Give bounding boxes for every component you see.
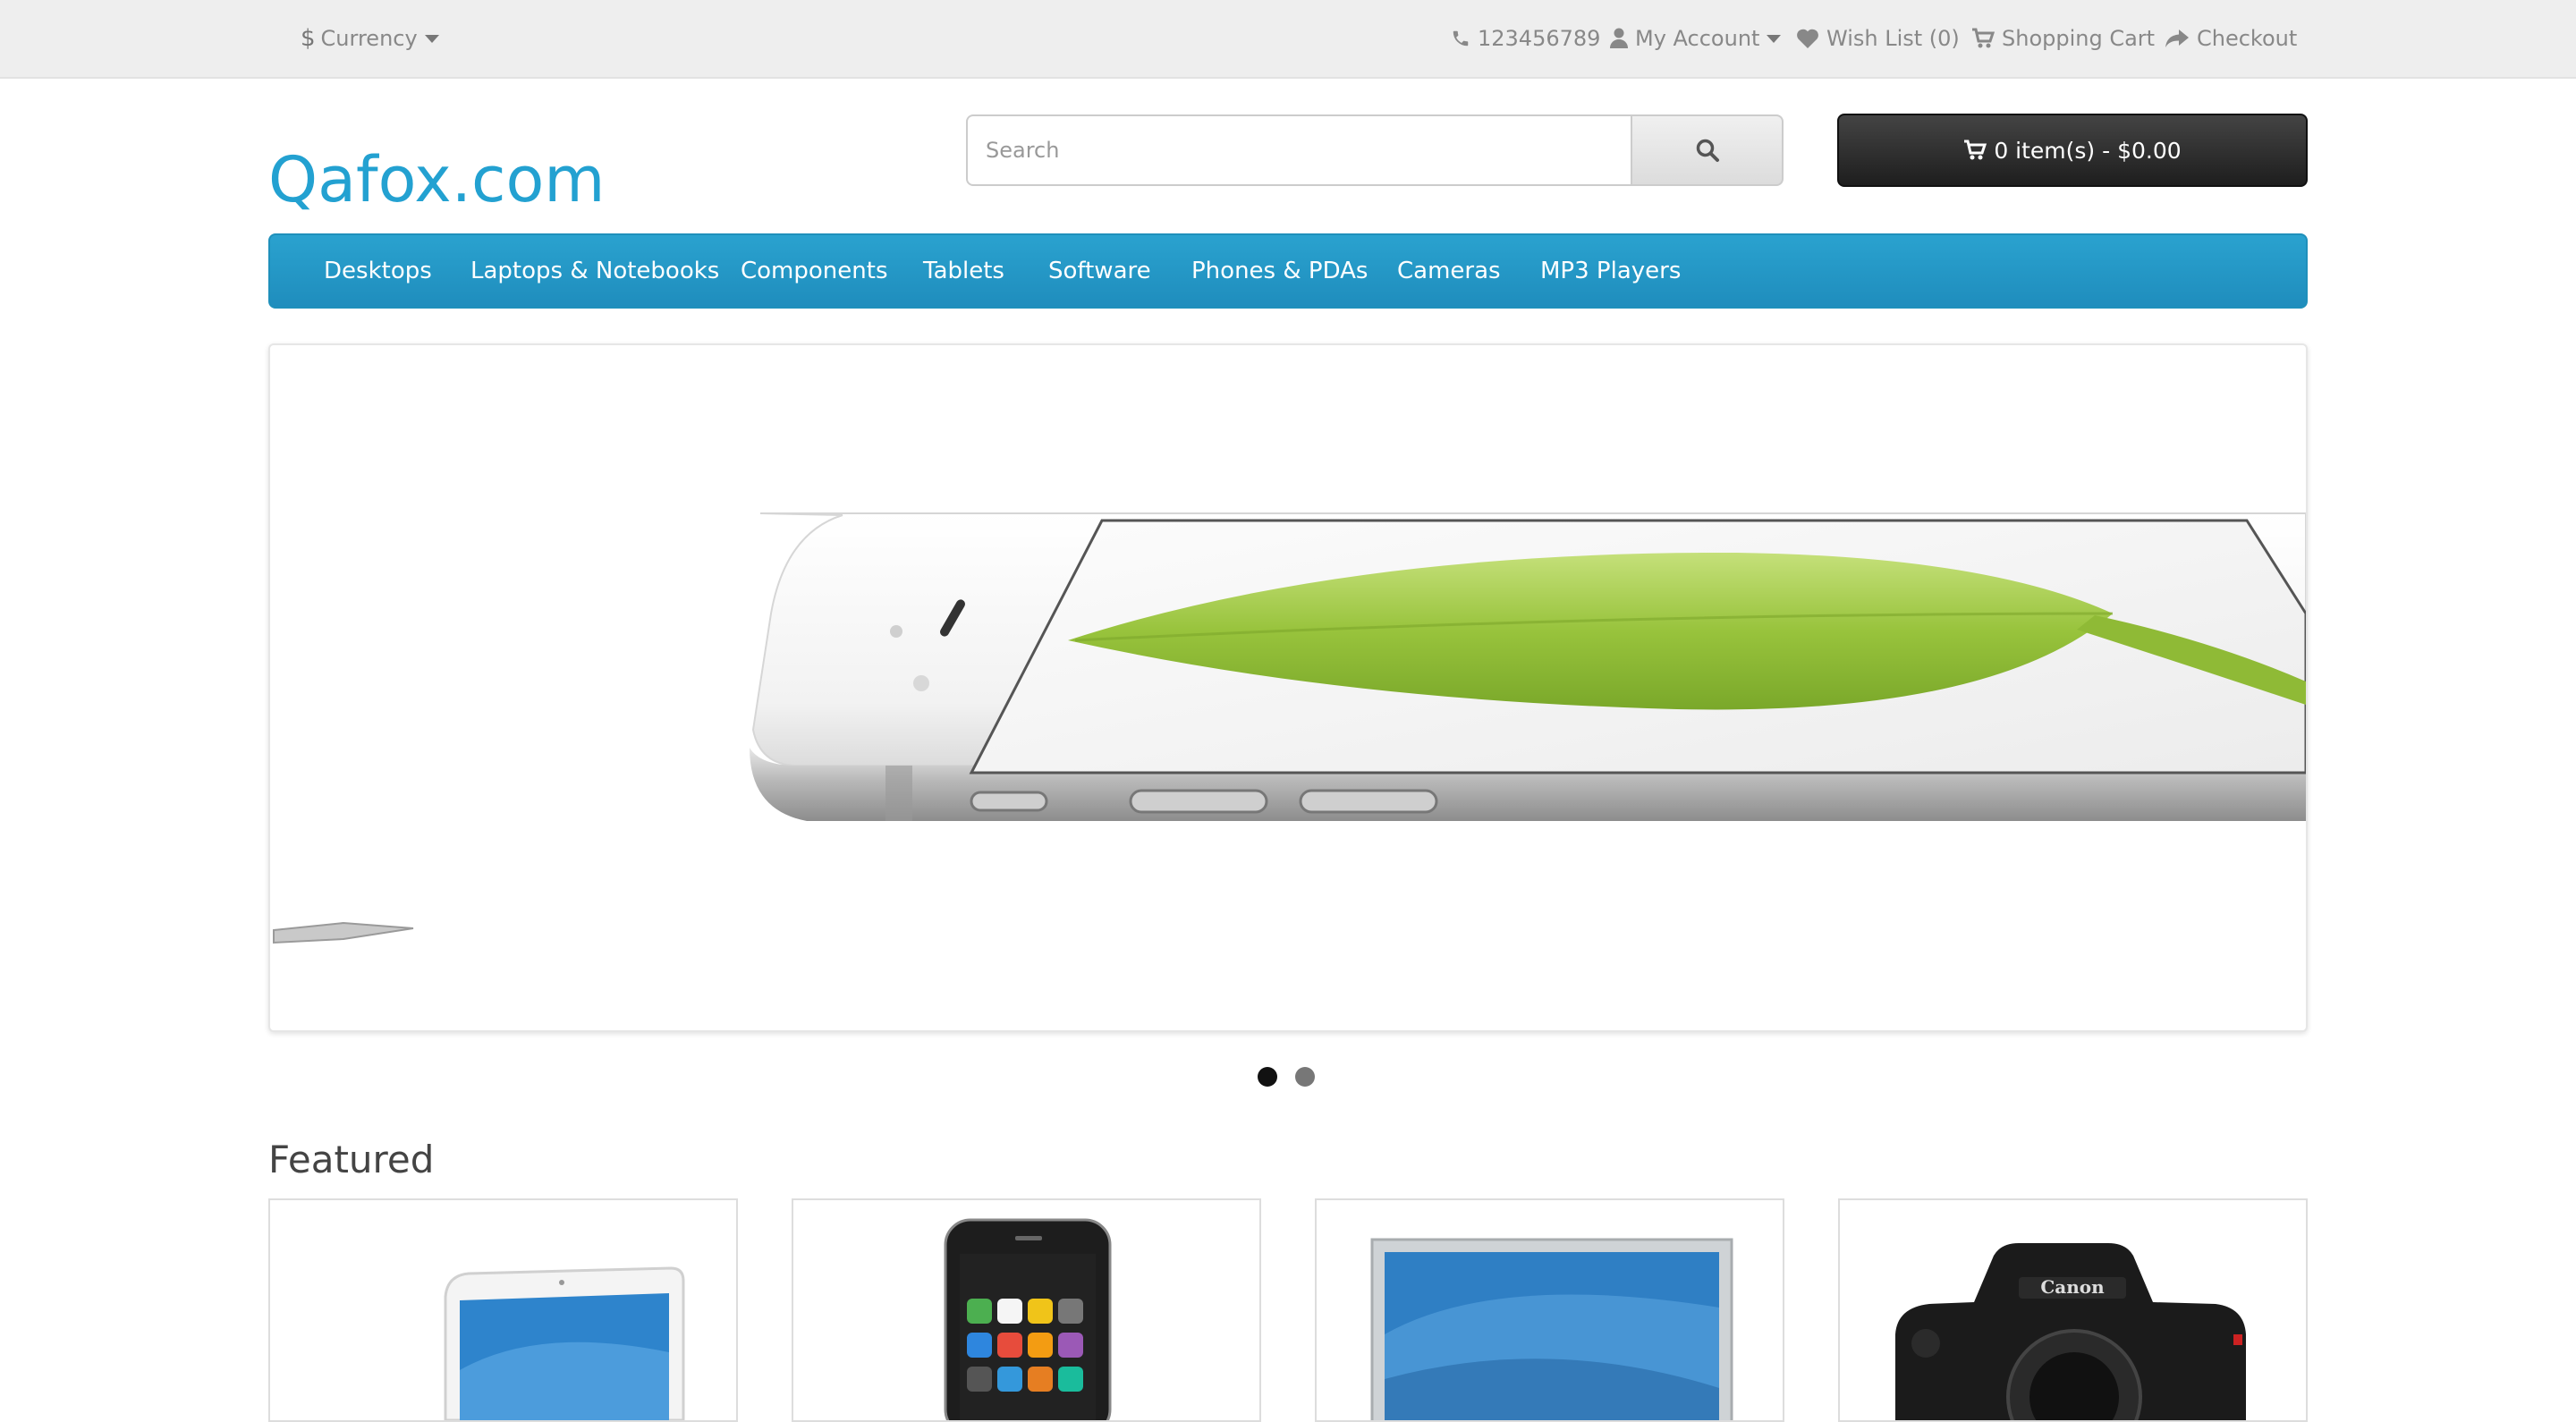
slideshow-pagination [1258, 1067, 1317, 1088]
search-icon [1696, 139, 1719, 162]
product-card-canon-camera[interactable]: Canon [1838, 1198, 2308, 1422]
user-icon [1610, 28, 1628, 48]
menu-item-desktops[interactable]: Desktops [324, 235, 432, 307]
shopping-cart-link[interactable]: Shopping Cart [1971, 0, 2155, 77]
search-button[interactable] [1632, 114, 1784, 186]
menu-item-cameras[interactable]: Cameras [1397, 235, 1501, 307]
phone-number: 123456789 [1478, 26, 1601, 51]
phone-icon [1453, 30, 1469, 47]
product-card-iphone[interactable] [792, 1198, 1261, 1422]
menu-item-laptops[interactable]: Laptops & Notebooks [470, 235, 719, 307]
wish-list-link[interactable]: Wish List (0) [1796, 0, 1960, 77]
site-logo[interactable]: Qafox.com [268, 143, 606, 216]
dollar-icon: $ [301, 25, 316, 52]
slide-dot-2[interactable] [1295, 1067, 1315, 1087]
svg-text:Canon: Canon [2040, 1276, 2105, 1298]
cart-total-button[interactable]: 0 item(s) - $0.00 [1837, 114, 2308, 187]
menu-item-tablets[interactable]: Tablets [923, 235, 1004, 307]
cart-icon [1964, 140, 1987, 160]
phone-link[interactable]: 123456789 [1451, 0, 1600, 77]
slide-dot-1[interactable] [1258, 1067, 1277, 1087]
menu-item-software[interactable]: Software [1048, 235, 1151, 307]
canon-camera-thumbnail: Canon [1895, 1243, 2246, 1420]
caret-down-icon [424, 34, 439, 43]
product-card-cinema-display[interactable] [1315, 1198, 1784, 1422]
apple-cinema-display-thumbnail [1370, 1238, 1733, 1420]
currency-label: Currency [320, 26, 418, 51]
wish-list-label: Wish List (0) [1826, 26, 1960, 51]
caret-down-icon [1767, 34, 1782, 43]
menu-item-components[interactable]: Components [741, 235, 888, 307]
cart-icon [1972, 28, 1995, 48]
top-bar: $ Currency 123456789 My Account Wish Lis… [0, 0, 2576, 79]
currency-dropdown[interactable]: $ Currency [301, 0, 439, 77]
menu-item-phones[interactable]: Phones & PDAs [1191, 235, 1368, 307]
slideshow-banner[interactable] [268, 343, 2308, 1032]
iphone-thumbnail [944, 1218, 1112, 1420]
cart-summary: 0 item(s) - $0.00 [1994, 137, 2182, 164]
product-card-macbook[interactable] [268, 1198, 738, 1422]
main-menu: Desktops Laptops & Notebooks Components … [268, 233, 2308, 309]
featured-heading: Featured [268, 1138, 435, 1181]
checkout-link[interactable]: Checkout [2165, 0, 2297, 77]
heart-icon [1797, 29, 1818, 48]
menu-item-mp3-players[interactable]: MP3 Players [1540, 235, 1681, 307]
shopping-cart-label: Shopping Cart [2002, 26, 2156, 51]
search-bar [966, 114, 1784, 186]
iphone-banner-image [273, 512, 2306, 944]
checkout-label: Checkout [2197, 26, 2298, 51]
search-input[interactable] [966, 114, 1632, 186]
my-account-dropdown[interactable]: My Account [1610, 0, 1782, 77]
my-account-label: My Account [1635, 26, 1760, 51]
share-icon [2165, 30, 2189, 47]
macbook-thumbnail [444, 1266, 685, 1420]
